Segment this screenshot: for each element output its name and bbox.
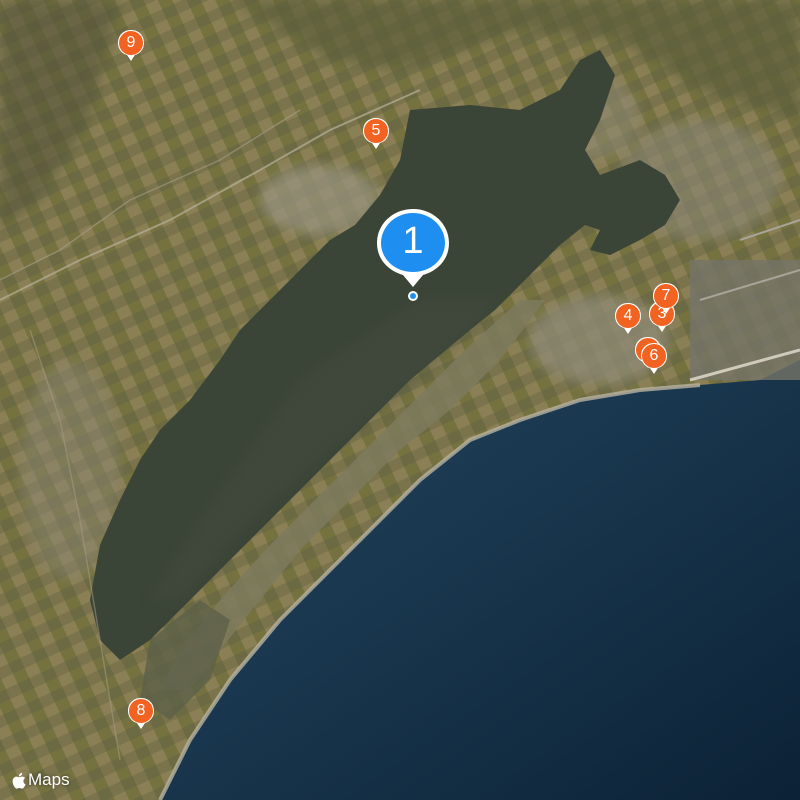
pin-label: 1 xyxy=(402,220,424,262)
map-pin-4[interactable]: 4 xyxy=(614,302,642,340)
map-pin-7[interactable]: 7 xyxy=(652,282,680,320)
map-pin-8[interactable]: 8 xyxy=(127,697,155,735)
pin-label: 9 xyxy=(126,34,136,51)
attribution-label: Maps xyxy=(28,770,70,789)
map-pin-5[interactable]: 5 xyxy=(362,117,390,155)
apple-logo-icon xyxy=(12,772,26,789)
map-pin-6[interactable]: 6 xyxy=(640,342,668,380)
pin-label: 5 xyxy=(371,122,381,139)
pin-label: 4 xyxy=(623,307,633,324)
pin-label: 8 xyxy=(136,702,146,719)
maps-attribution[interactable]: Maps xyxy=(12,770,70,790)
pin-label: 7 xyxy=(661,287,671,304)
satellite-map-background xyxy=(0,0,800,800)
pin-label: 6 xyxy=(649,347,659,364)
map-pin-1[interactable]: 1 xyxy=(373,205,453,305)
map-pin-9[interactable]: 9 xyxy=(117,29,145,67)
map-view[interactable]: 1 4 5 3 6 7 8 9 Maps xyxy=(0,0,800,800)
